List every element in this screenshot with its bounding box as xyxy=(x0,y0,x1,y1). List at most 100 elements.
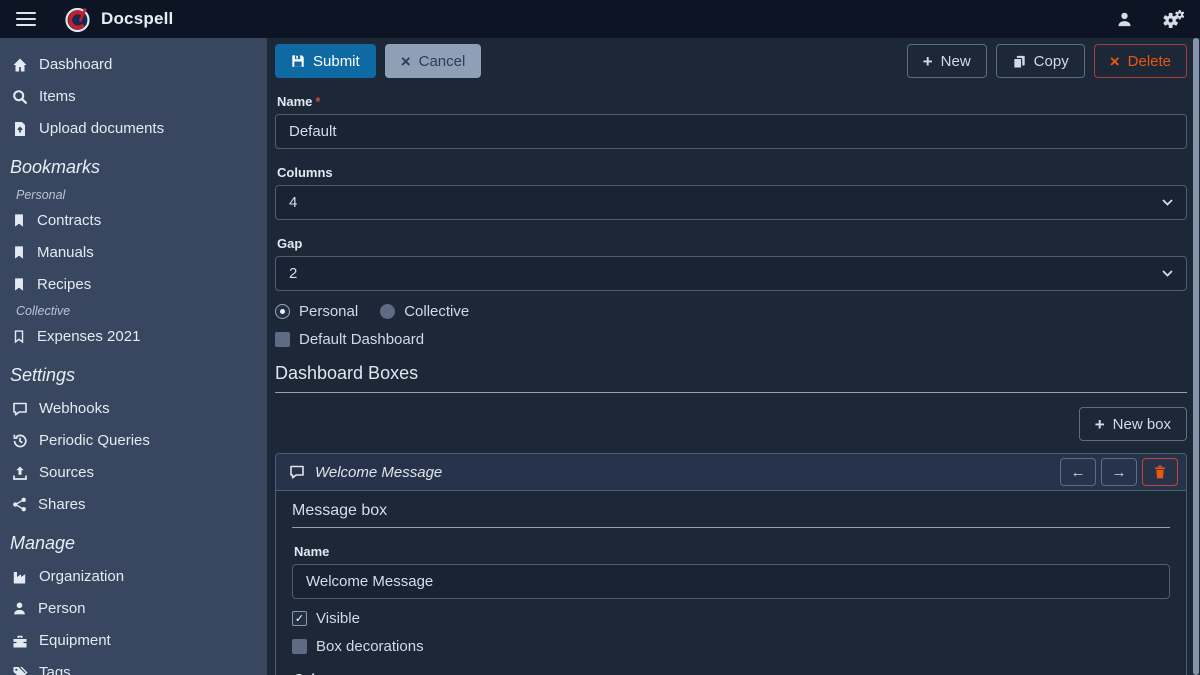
sidebar-item-label: Tags xyxy=(39,664,71,675)
sidebar-heading-manage: Manage xyxy=(10,533,257,554)
visible-checkbox[interactable]: ✓ xyxy=(292,611,307,626)
person-icon xyxy=(12,601,27,616)
sidebar-item-upload-documents[interactable]: Upload documents xyxy=(0,116,267,141)
columns-field-label: Columns xyxy=(277,165,1185,180)
sidebar-item-webhooks[interactable]: Webhooks xyxy=(0,396,267,421)
sidebar-item-label: Manuals xyxy=(37,244,94,261)
sidebar-item-periodic-queries[interactable]: Periodic Queries xyxy=(0,428,267,453)
radio-personal[interactable]: Personal xyxy=(275,303,358,320)
new-box-button[interactable]: + New box xyxy=(1079,407,1187,441)
dashboard-boxes-heading: Dashboard Boxes xyxy=(275,363,1187,393)
sidebar-item-label: Sources xyxy=(39,464,94,481)
arrow-right-icon: → xyxy=(1112,464,1127,481)
sidebar-item-label: Equipment xyxy=(39,632,111,649)
home-icon xyxy=(12,57,28,73)
move-box-right-button[interactable]: → xyxy=(1101,458,1137,486)
new-box-row: + New box xyxy=(275,407,1187,441)
sidebar-item-label: Upload documents xyxy=(39,120,164,137)
box-body: Message box Name ✓ Visible Box decoratio… xyxy=(276,491,1186,675)
sidebar-item-shares[interactable]: Shares xyxy=(0,492,267,517)
box-name-field-label: Name xyxy=(294,544,1168,559)
name-input[interactable] xyxy=(275,114,1187,149)
sidebar-heading-bookmarks: Bookmarks xyxy=(10,157,257,178)
visible-label: Visible xyxy=(316,610,360,627)
sidebar-item-tags[interactable]: Tags xyxy=(0,660,267,675)
sidebar-subheading-personal: Personal xyxy=(16,188,255,202)
sidebar-item-contracts[interactable]: Contracts xyxy=(0,208,267,233)
default-dashboard-label: Default Dashboard xyxy=(299,331,424,348)
radio-personal-control[interactable] xyxy=(275,304,290,319)
visible-checkbox-row[interactable]: ✓ Visible xyxy=(292,610,1170,627)
gears-settings-icon[interactable] xyxy=(1163,10,1184,29)
submit-button[interactable]: Submit xyxy=(275,44,376,78)
chevron-down-icon xyxy=(1162,270,1173,277)
delete-box-button[interactable] xyxy=(1142,458,1178,486)
bookmark-filled-icon xyxy=(12,213,26,228)
name-field-label: Name* xyxy=(277,94,1185,109)
hamburger-menu-icon[interactable] xyxy=(16,12,36,27)
toolbox-icon xyxy=(12,633,28,649)
sidebar-heading-settings: Settings xyxy=(10,365,257,386)
app-name: Docspell xyxy=(101,9,173,29)
submit-button-label: Submit xyxy=(313,53,360,70)
trash-icon xyxy=(1154,465,1166,479)
sidebar-item-organization[interactable]: Organization xyxy=(0,564,267,589)
sidebar-item-label: Shares xyxy=(38,496,86,513)
columns-select[interactable]: 4 xyxy=(275,185,1187,220)
scope-radio-group: Personal Collective xyxy=(275,303,1187,320)
box-decorations-checkbox-row[interactable]: Box decorations xyxy=(292,638,1170,655)
box-type-label: Message box xyxy=(292,502,1170,528)
docspell-logo-icon xyxy=(64,6,91,33)
sidebar-item-manuals[interactable]: Manuals xyxy=(0,240,267,265)
sidebar-item-items[interactable]: Items xyxy=(0,84,267,109)
radio-collective-control[interactable] xyxy=(380,304,395,319)
toolbar-right-group: + New Copy × Delete xyxy=(907,44,1187,78)
copy-icon xyxy=(1012,54,1026,69)
box-decorations-checkbox[interactable] xyxy=(292,639,307,654)
delete-button[interactable]: × Delete xyxy=(1094,44,1187,78)
scrollbar-thumb[interactable] xyxy=(1193,38,1199,675)
radio-personal-label: Personal xyxy=(299,303,358,320)
vertical-scrollbar[interactable] xyxy=(1193,38,1199,675)
plus-icon: + xyxy=(1095,416,1105,433)
x-icon: × xyxy=(1110,53,1120,70)
copy-button[interactable]: Copy xyxy=(996,44,1085,78)
check-icon: ✓ xyxy=(295,612,304,625)
sidebar-item-expenses-2021[interactable]: Expenses 2021 xyxy=(0,324,267,349)
search-icon xyxy=(12,89,28,105)
radio-collective[interactable]: Collective xyxy=(380,303,469,320)
new-button[interactable]: + New xyxy=(907,44,987,78)
cancel-button[interactable]: × Cancel xyxy=(385,44,482,78)
sidebar-item-label: Recipes xyxy=(37,276,91,293)
upload-icon xyxy=(12,465,28,481)
default-dashboard-checkbox-row[interactable]: Default Dashboard xyxy=(275,331,1187,348)
box-actions: ← → xyxy=(1060,458,1178,486)
comment-icon xyxy=(12,401,28,417)
file-upload-icon xyxy=(12,121,28,137)
default-dashboard-checkbox[interactable] xyxy=(275,332,290,347)
gap-select-value: 2 xyxy=(289,265,297,282)
form-toolbar: Submit × Cancel + New Copy xyxy=(275,44,1187,78)
dashboard-box-welcome-message: Welcome Message ← → Message box Name xyxy=(275,453,1187,675)
sidebar-item-person[interactable]: Person xyxy=(0,596,267,621)
required-asterisk: * xyxy=(315,94,320,109)
tags-icon xyxy=(12,665,28,675)
chevron-down-icon xyxy=(1162,199,1173,206)
sidebar-item-recipes[interactable]: Recipes xyxy=(0,272,267,297)
sidebar-item-dashboard[interactable]: Dasbhoard xyxy=(0,52,267,77)
x-icon: × xyxy=(401,53,411,70)
gap-select[interactable]: 2 xyxy=(275,256,1187,291)
box-name-input[interactable] xyxy=(292,564,1170,599)
new-box-button-label: New box xyxy=(1113,416,1171,433)
sidebar-item-label: Periodic Queries xyxy=(39,432,150,449)
sidebar-item-sources[interactable]: Sources xyxy=(0,460,267,485)
topbar: Docspell xyxy=(0,0,1200,38)
sidebar-item-label: Expenses 2021 xyxy=(37,328,140,345)
column-span-field-label: Column span xyxy=(294,671,1168,675)
bookmark-outline-icon xyxy=(12,329,26,344)
move-box-left-button[interactable]: ← xyxy=(1060,458,1096,486)
sidebar-item-label: Items xyxy=(39,88,76,105)
user-account-icon[interactable] xyxy=(1116,11,1133,28)
sidebar-item-equipment[interactable]: Equipment xyxy=(0,628,267,653)
sidebar-item-label: Webhooks xyxy=(39,400,110,417)
